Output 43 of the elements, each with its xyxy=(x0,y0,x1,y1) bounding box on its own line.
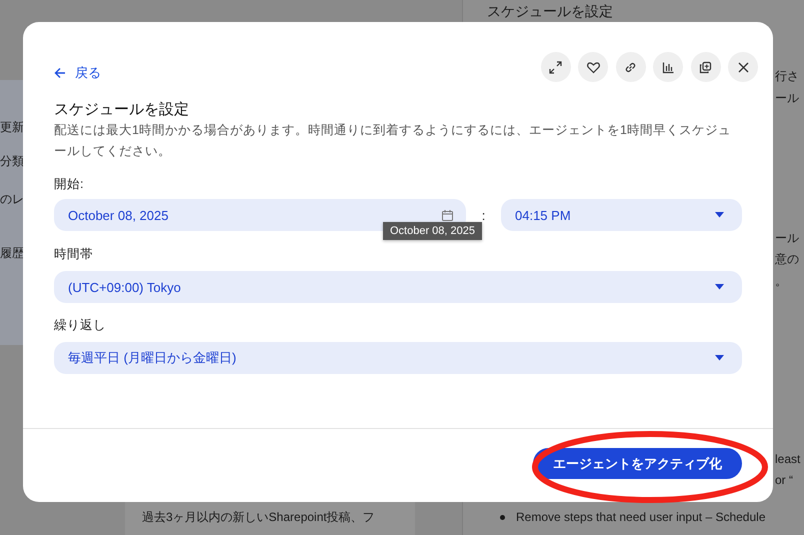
link-button[interactable] xyxy=(616,52,646,82)
dialog-description: 配送には最大1時間かかる場合があります。時間通りに到着するようにするには、エージェントを1時間早くスケジュールしてください。 xyxy=(54,122,732,160)
back-link[interactable]: 戻る xyxy=(54,64,101,82)
bar-chart-icon xyxy=(660,60,676,74)
bullet-icon xyxy=(500,515,505,520)
background-text: or “ xyxy=(775,472,793,489)
field-label: 繰り返し xyxy=(54,317,107,334)
field-label: 開始: xyxy=(54,176,84,193)
close-icon xyxy=(736,60,750,74)
background-text: ール xyxy=(775,90,799,107)
calendar-icon[interactable] xyxy=(441,208,454,222)
background-text: least xyxy=(775,451,800,468)
timezone-dropdown[interactable]: (UTC+09:00) Tokyo xyxy=(54,271,742,303)
copy-button[interactable] xyxy=(690,52,720,82)
background-text: 意の xyxy=(775,251,799,268)
background-text: Remove steps that need user input – Schedule xyxy=(516,509,766,526)
expand-icon xyxy=(548,60,563,74)
background-text: 。 xyxy=(775,273,787,290)
activate-agent-button[interactable]: エージェントをアクティブ化 xyxy=(533,448,742,479)
heart-icon xyxy=(586,60,600,74)
back-arrow-icon xyxy=(54,67,66,79)
heart-button[interactable] xyxy=(578,52,608,82)
expand-button[interactable] xyxy=(540,52,570,82)
caret-icon xyxy=(715,284,724,290)
field-label: 時間帯 xyxy=(54,246,94,263)
caret-icon xyxy=(715,212,724,218)
copy-icon xyxy=(698,60,713,74)
close-button[interactable] xyxy=(728,52,758,82)
background-text: 更新 xyxy=(0,119,24,136)
tooltip: October 08, 2025 xyxy=(383,222,482,240)
caret-icon xyxy=(715,355,724,361)
background-text: 分類 xyxy=(0,153,24,170)
background-text: のレ xyxy=(0,191,24,208)
repeat-dropdown[interactable]: 毎週平日 (月曜日から金曜日) xyxy=(54,342,742,374)
background-text: 履歴 xyxy=(0,245,24,262)
time-dropdown[interactable]: 04:15 PM xyxy=(501,199,742,231)
time-separator: : xyxy=(480,208,486,222)
dialog-title: スケジュールを設定 xyxy=(54,100,190,120)
background-title: スケジュールを設定 xyxy=(487,2,613,20)
background-text: ール xyxy=(775,230,799,247)
bar-chart-button[interactable] xyxy=(653,52,683,82)
background-text: 行さ xyxy=(775,68,799,85)
background-text: 過去3ヶ月以内の新しいSharepoint投稿、フ xyxy=(142,509,375,526)
